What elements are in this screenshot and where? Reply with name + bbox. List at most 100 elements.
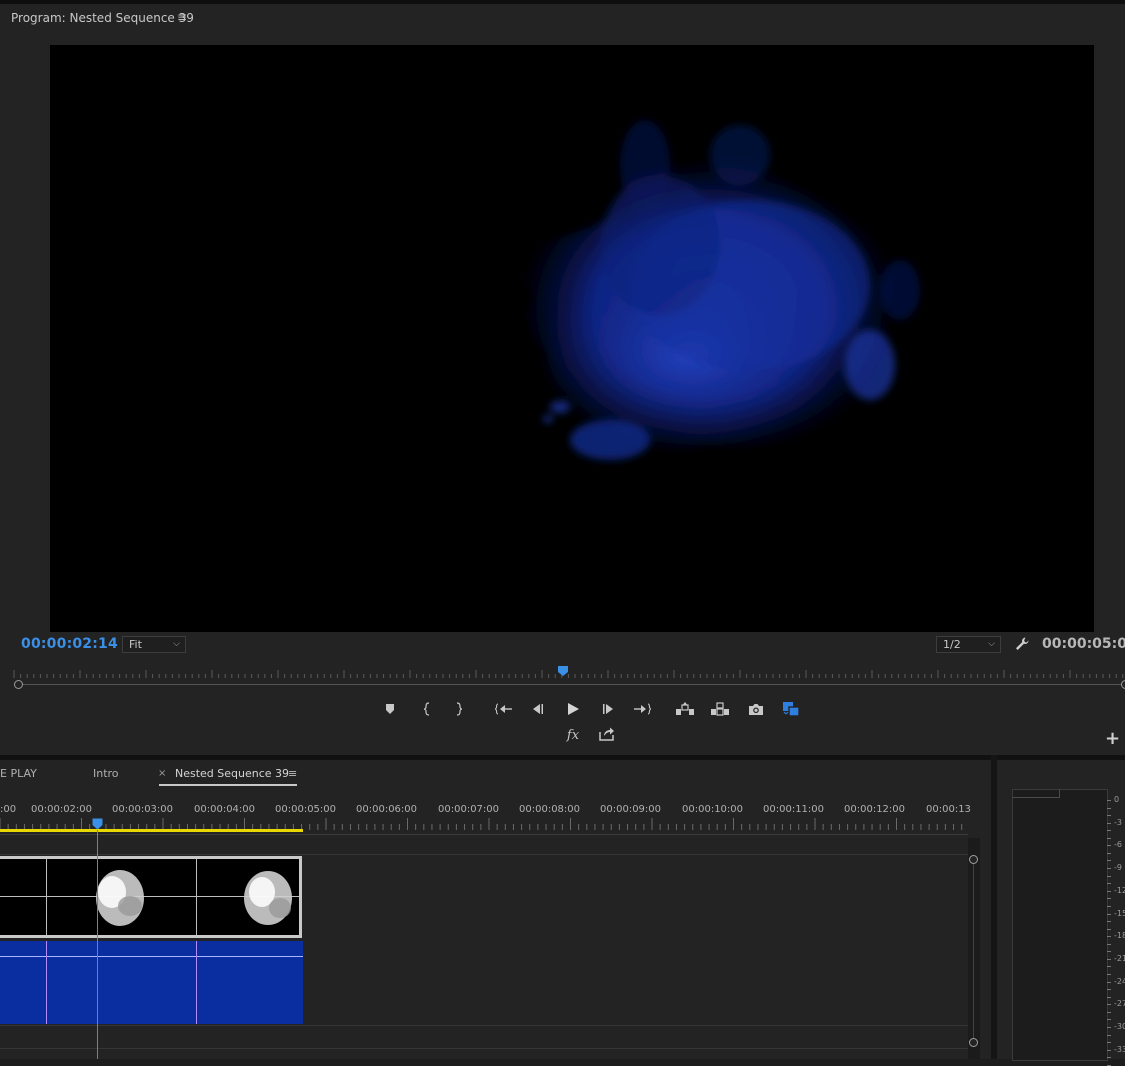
- go-to-in-icon[interactable]: [493, 699, 515, 719]
- chevron-down-icon: ⌵: [988, 639, 995, 649]
- meter-tick: [1107, 936, 1111, 938]
- meter-tick: [1107, 1042, 1111, 1043]
- playback-resolution-select[interactable]: 1/2 ⌵: [936, 636, 1001, 653]
- meter-tick: [1107, 883, 1111, 885]
- meter-tick: [1107, 852, 1111, 854]
- meter-tick: [1107, 860, 1111, 862]
- tab-e-play[interactable]: E PLAY: [0, 767, 37, 780]
- meter-tick: [1107, 966, 1111, 968]
- extract-icon[interactable]: [709, 699, 731, 719]
- zoom-scrollbar-right-handle[interactable]: [1121, 680, 1125, 689]
- duration-timecode: 00:00:05:00: [1042, 636, 1125, 652]
- meter-scale-label: -3: [1114, 817, 1122, 827]
- ruler-label: 00:00:10:00: [682, 804, 744, 815]
- meter-tick: [1107, 837, 1111, 839]
- ruler-label: :00: [0, 804, 17, 815]
- audio-meter: [1012, 789, 1108, 1061]
- meter-scale-label: -18: [1114, 931, 1125, 941]
- scrollbar-bottom-handle[interactable]: [969, 1038, 978, 1047]
- add-marker-icon[interactable]: [379, 699, 401, 719]
- timeline-playhead[interactable]: [92, 818, 103, 830]
- tab-menu-icon[interactable]: ≡: [288, 767, 297, 780]
- ruler-label: 00:00:12:00: [844, 804, 906, 815]
- go-to-out-icon[interactable]: [631, 699, 653, 719]
- meter-scale-label: -21: [1114, 953, 1125, 963]
- clip-thumbnail: [96, 870, 144, 926]
- timeline-playhead-line[interactable]: [97, 830, 98, 1059]
- meter-scale-label: -6: [1114, 840, 1122, 850]
- current-timecode[interactable]: 00:00:02:14: [21, 636, 118, 652]
- meter-tick: [1107, 890, 1111, 892]
- scrollbar-track[interactable]: [973, 864, 974, 1038]
- ruler-label: 00:00:05:00: [275, 804, 337, 815]
- meter-tick: [1107, 989, 1111, 991]
- zoom-scrollbar-left-handle[interactable]: [14, 680, 23, 689]
- meter-tick: [1107, 905, 1111, 907]
- monitor-playhead[interactable]: [557, 665, 569, 677]
- meter-tick: [1107, 1019, 1111, 1021]
- zoom-level-select[interactable]: Fit ⌵: [122, 636, 186, 653]
- meter-tick: [1107, 807, 1111, 809]
- fx-icon[interactable]: fx: [562, 725, 584, 745]
- lift-icon[interactable]: [674, 699, 696, 719]
- meter-scale-label: -30: [1114, 1022, 1125, 1031]
- empty-track[interactable]: [0, 1026, 968, 1059]
- add-button[interactable]: +: [1105, 728, 1120, 749]
- meter-tick: [1107, 973, 1111, 975]
- camera-icon[interactable]: [745, 699, 767, 719]
- meter-tick: [1107, 815, 1111, 816]
- active-tab-indicator: [159, 784, 297, 786]
- meter-scale-label: 0: [1114, 795, 1120, 804]
- meter-tick: [1107, 800, 1111, 801]
- ruler-label: 00:00:13: [926, 804, 971, 815]
- ruler-divider: [0, 834, 968, 835]
- export-icon[interactable]: [596, 724, 618, 744]
- meter-tick: [1107, 1027, 1111, 1028]
- meter-tick: [1107, 951, 1111, 953]
- panel-menu-icon[interactable]: ≡: [177, 10, 187, 24]
- meter-tick: [1107, 822, 1111, 824]
- meter-tick: [1107, 875, 1111, 877]
- chevron-down-icon: ⌵: [173, 639, 180, 649]
- thumbnail-divider: [196, 859, 197, 935]
- play-icon[interactable]: [562, 699, 584, 719]
- comparison-view-icon[interactable]: [780, 699, 802, 719]
- zoom-level-value: Fit: [129, 638, 142, 651]
- mark-in-icon[interactable]: [416, 699, 438, 719]
- zoom-scrollbar-track[interactable]: [18, 684, 1125, 685]
- ruler-label: 00:00:04:00: [194, 804, 256, 815]
- work-area-bar[interactable]: [0, 829, 303, 832]
- meter-tick: [1107, 996, 1111, 998]
- audio-marker: [46, 941, 47, 1024]
- meter-tick: [1107, 1049, 1111, 1051]
- wrench-icon[interactable]: [1013, 635, 1031, 653]
- tab-nested-sequence-39[interactable]: Nested Sequence 39: [175, 767, 289, 780]
- ink-splash-image: [518, 120, 920, 460]
- scrollbar-top-handle[interactable]: [969, 855, 978, 864]
- meter-scale-label: -9: [1114, 863, 1122, 873]
- step-forward-icon[interactable]: [597, 699, 619, 719]
- meter-scale-label: -33: [1114, 1044, 1125, 1054]
- video-clip[interactable]: [0, 856, 302, 938]
- tab-close-icon[interactable]: ×: [158, 768, 166, 779]
- meter-scale-label: -12: [1114, 885, 1125, 895]
- ruler-label: 00:00:11:00: [763, 804, 825, 815]
- mark-out-icon[interactable]: [448, 699, 470, 719]
- meter-tick: [1107, 943, 1111, 945]
- playback-resolution-value: 1/2: [943, 638, 961, 651]
- step-back-icon[interactable]: [527, 699, 549, 719]
- meter-tick: [1107, 898, 1111, 900]
- ruler-label: 00:00:08:00: [519, 804, 581, 815]
- ruler-label: 00:00:02:00: [31, 804, 93, 815]
- audio-meter-header: [1012, 789, 1060, 798]
- ruler-label: 00:00:06:00: [356, 804, 418, 815]
- meter-scale-label: -15: [1114, 908, 1125, 918]
- meter-tick: [1107, 1057, 1111, 1059]
- meter-tick: [1107, 1034, 1111, 1036]
- timeline-vertical-scrollbar[interactable]: [968, 838, 980, 1059]
- tab-intro[interactable]: Intro: [93, 767, 119, 780]
- meter-tick: [1107, 1011, 1111, 1013]
- track-divider: [0, 1048, 968, 1049]
- audio-marker: [196, 941, 197, 1024]
- thumbnail-divider: [46, 859, 47, 935]
